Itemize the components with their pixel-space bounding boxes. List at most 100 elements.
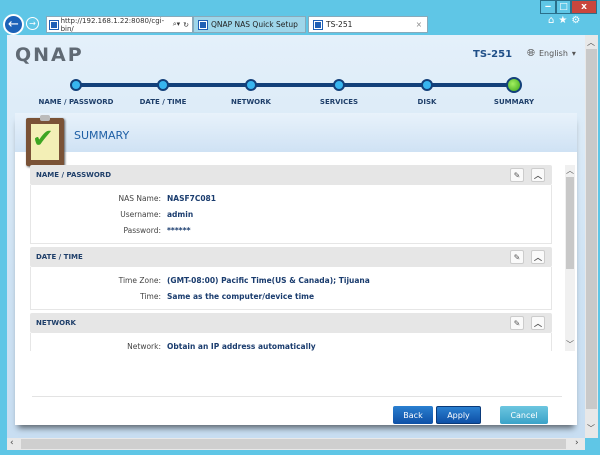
section-title: NETWORK [36, 319, 76, 327]
summary-row: Time Zone: (GMT-08:00) Pacific Time(US & … [31, 272, 551, 288]
page-vertical-scrollbar[interactable]: ︿ ﹀ [585, 35, 598, 438]
page-horizontal-scrollbar[interactable]: ‹ › [7, 438, 585, 450]
scroll-down-icon[interactable]: ﹀ [587, 423, 595, 434]
language-selector[interactable]: 🌐︎ English ▾ [527, 48, 576, 59]
section-title: NAME / PASSWORD [36, 171, 112, 179]
scroll-down-icon[interactable]: ﹀ [566, 339, 574, 350]
address-bar[interactable]: http://192.168.1.22:8080/cgi-bin/ ⌕▾ ↻ [46, 16, 193, 33]
inner-scrollbar[interactable]: ︿ ﹀ [565, 165, 575, 351]
row-label: Time: [140, 291, 161, 301]
step-label: SERVICES [319, 98, 359, 106]
url-text: http://192.168.1.22:8080/cgi-bin/ [60, 16, 165, 33]
forward-nav-button[interactable]: → [26, 17, 39, 30]
model-name: TS-251 [473, 49, 513, 60]
tab-ts-251[interactable]: TS-251 × [308, 16, 428, 33]
section-title: DATE / TIME [36, 253, 83, 261]
row-value: Obtain an IP address automatically [167, 341, 316, 351]
scroll-up-icon[interactable]: ︿ [587, 37, 595, 48]
row-label: Password: [123, 225, 161, 235]
panel-title: SUMMARY [74, 129, 130, 142]
cancel-button[interactable]: Cancel [500, 406, 548, 424]
step-date-time [157, 79, 169, 91]
pencil-icon: ✎ [513, 252, 521, 262]
qnap-logo: QNAP [15, 44, 84, 66]
scroll-up-icon[interactable]: ︿ [566, 165, 574, 176]
globe-icon: 🌐︎ [527, 48, 535, 59]
row-label: NAS Name: [118, 193, 161, 203]
site-icon [198, 19, 208, 30]
arrow-right-icon: → [29, 19, 36, 28]
summary-row: Time: Same as the computer/device time [31, 288, 551, 304]
summary-panel: ✔ SUMMARY NAME / PASSWORD ✎ ︿ NAS Name: N… [15, 113, 577, 425]
collapse-button[interactable]: ︿ [531, 250, 545, 264]
site-icon [49, 19, 59, 30]
refresh-icon[interactable]: ↻ [183, 21, 192, 29]
tab-label: QNAP NAS Quick Setup [211, 20, 298, 29]
tab-label: TS-251 [326, 20, 353, 29]
language-label: English [539, 49, 568, 58]
pencil-icon: ✎ [513, 318, 521, 328]
minimize-button[interactable]: ‒ [540, 0, 556, 14]
browser-tools: ⌂★⚙ [548, 15, 584, 26]
step-summary-active [506, 77, 522, 93]
section-header-date-time: DATE / TIME ✎ ︿ [30, 247, 552, 267]
chevron-up-icon: ︿ [534, 170, 542, 180]
back-nav-button[interactable]: ← [3, 14, 24, 35]
clipboard-check-icon: ✔ [26, 115, 64, 166]
site-icon [313, 19, 323, 30]
row-value: admin [167, 209, 194, 219]
summary-row: Network: Obtain an IP address automatical… [31, 338, 551, 351]
step-label: NETWORK [231, 98, 271, 106]
step-label: NAME / PASSWORD [38, 98, 114, 106]
step-services [333, 79, 345, 91]
step-name-password [70, 79, 82, 91]
row-value: (GMT-08:00) Pacific Time(US & Canada); T… [167, 275, 370, 285]
scroll-thumb[interactable] [21, 439, 566, 449]
settings-icon[interactable]: ⚙ [571, 15, 584, 26]
scroll-right-icon[interactable]: › [575, 438, 579, 448]
chevron-up-icon: ︿ [534, 252, 542, 262]
maximize-button[interactable]: □ [556, 0, 571, 14]
chevron-up-icon: ︿ [534, 318, 542, 328]
step-label: DATE / TIME [139, 98, 187, 106]
row-value: ****** [167, 225, 191, 235]
row-value: Same as the computer/device time [167, 291, 315, 301]
step-label: DISK [417, 98, 437, 106]
edit-button[interactable]: ✎ [510, 168, 524, 182]
caret-down-icon: ▾ [571, 49, 576, 58]
home-icon[interactable]: ⌂ [548, 15, 558, 26]
row-value: NASF7C081 [167, 193, 216, 203]
section-body: Time Zone: (GMT-08:00) Pacific Time(US & … [30, 267, 552, 310]
pencil-icon: ✎ [513, 170, 521, 180]
scroll-thumb[interactable] [566, 177, 574, 269]
section-header-network: NETWORK ✎ ︿ [30, 313, 552, 333]
summary-row: NAS Name: NASF7C081 [31, 190, 551, 206]
step-label: SUMMARY [493, 98, 535, 106]
divider [32, 396, 562, 397]
tab-quick-setup[interactable]: QNAP NAS Quick Setup [193, 16, 306, 33]
collapse-button[interactable]: ︿ [531, 316, 545, 330]
row-label: Username: [120, 209, 161, 219]
page-content: QNAP TS-251 🌐︎ English ▾ NAME / PASSWORD D… [7, 35, 585, 438]
summary-scroll-area: NAME / PASSWORD ✎ ︿ NAS Name: NASF7C081 U… [30, 165, 552, 351]
arrow-left-icon: ← [8, 17, 19, 32]
edit-button[interactable]: ✎ [510, 250, 524, 264]
search-icon[interactable]: ⌕▾ [173, 20, 180, 29]
section-header-name-password: NAME / PASSWORD ✎ ︿ [30, 165, 552, 185]
progress-track [76, 83, 516, 87]
section-body: NAS Name: NASF7C081 Username: admin Passwo… [30, 185, 552, 244]
edit-button[interactable]: ✎ [510, 316, 524, 330]
section-body: Network: Obtain an IP address automatical… [30, 333, 552, 351]
favorites-icon[interactable]: ★ [558, 15, 571, 26]
apply-button[interactable]: Apply [436, 406, 481, 424]
step-disk [421, 79, 433, 91]
collapse-button[interactable]: ︿ [531, 168, 545, 182]
row-label: Time Zone: [118, 275, 161, 285]
scroll-left-icon[interactable]: ‹ [10, 438, 14, 448]
tab-close-icon[interactable]: × [416, 20, 427, 29]
back-button[interactable]: Back [393, 406, 433, 424]
row-label: Network: [127, 341, 161, 351]
scroll-thumb[interactable] [586, 49, 597, 409]
close-button[interactable]: x [571, 0, 597, 14]
step-network [245, 79, 257, 91]
